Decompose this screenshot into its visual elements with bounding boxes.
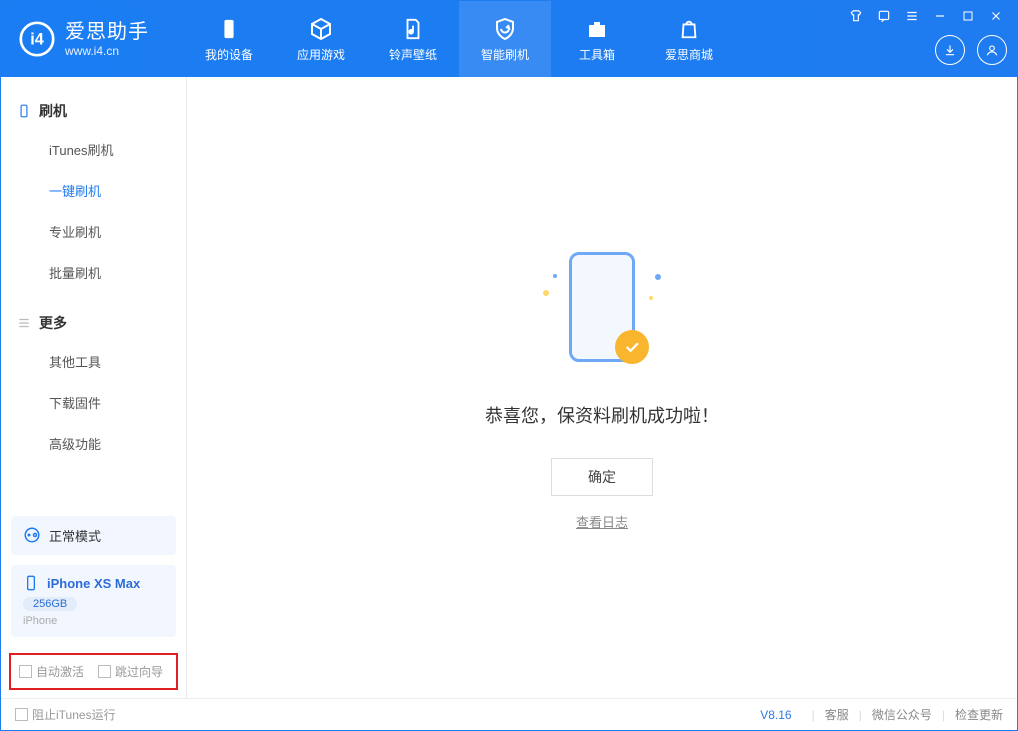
- sidebar-item-oneclick-flash[interactable]: 一键刷机: [1, 170, 186, 211]
- nav-flash[interactable]: 智能刷机: [459, 1, 551, 77]
- sync-icon: [23, 526, 41, 544]
- wechat-link[interactable]: 微信公众号: [872, 706, 932, 723]
- cube-icon: [308, 16, 334, 42]
- device-type: iPhone: [23, 615, 57, 627]
- music-file-icon: [400, 16, 426, 42]
- ok-button[interactable]: 确定: [551, 458, 653, 496]
- main-content: 恭喜您，保资料刷机成功啦！ 确定 查看日志: [187, 77, 1017, 698]
- list-icon: [17, 316, 31, 330]
- app-header: i4 爱思助手 www.i4.cn 我的设备 应用游戏 铃声壁纸 智能刷机: [1, 1, 1017, 77]
- account-button[interactable]: [977, 35, 1007, 65]
- sidebar-item-pro-flash[interactable]: 专业刷机: [1, 211, 186, 252]
- nav-my-device[interactable]: 我的设备: [183, 1, 275, 77]
- device-card[interactable]: iPhone XS Max 256GB iPhone: [11, 565, 176, 637]
- maximize-icon[interactable]: [959, 7, 977, 25]
- app-subtitle: www.i4.cn: [65, 44, 149, 58]
- block-itunes-checkbox[interactable]: 阻止iTunes运行: [15, 706, 116, 723]
- nav-ringtones[interactable]: 铃声壁纸: [367, 1, 459, 77]
- sidebar-item-itunes-flash[interactable]: iTunes刷机: [1, 129, 186, 170]
- menu-icon[interactable]: [903, 7, 921, 25]
- sidebar-section-flash: 刷机: [1, 93, 186, 129]
- svg-text:i4: i4: [30, 30, 44, 48]
- refresh-shield-icon: [492, 16, 518, 42]
- view-log-link[interactable]: 查看日志: [576, 512, 628, 531]
- mode-label: 正常模式: [49, 526, 101, 545]
- sidebar-item-other-tools[interactable]: 其他工具: [1, 341, 186, 382]
- device-name: iPhone XS Max: [47, 576, 140, 591]
- auto-activate-checkbox[interactable]: 自动激活: [19, 663, 84, 680]
- top-nav: 我的设备 应用游戏 铃声壁纸 智能刷机 工具箱 爱思商城: [183, 1, 735, 77]
- minimize-icon[interactable]: [931, 7, 949, 25]
- phone-icon: [23, 575, 39, 591]
- check-icon: [615, 330, 649, 364]
- success-illustration: [537, 244, 667, 374]
- bag-icon: [676, 16, 702, 42]
- sidebar-item-batch-flash[interactable]: 批量刷机: [1, 252, 186, 293]
- app-title: 爱思助手: [65, 20, 149, 44]
- device-icon: [216, 16, 242, 42]
- footer: 阻止iTunes运行 V8.16 | 客服 | 微信公众号 | 检查更新: [1, 698, 1017, 730]
- toolbox-icon: [584, 16, 610, 42]
- skip-guide-checkbox[interactable]: 跳过向导: [98, 663, 163, 680]
- sidebar-item-download-firmware[interactable]: 下载固件: [1, 382, 186, 423]
- support-link[interactable]: 客服: [825, 706, 849, 723]
- phone-icon: [17, 104, 31, 118]
- nav-store[interactable]: 爱思商城: [643, 1, 735, 77]
- nav-apps[interactable]: 应用游戏: [275, 1, 367, 77]
- mode-card[interactable]: 正常模式: [11, 516, 176, 555]
- download-button[interactable]: [935, 35, 965, 65]
- sidebar-item-advanced[interactable]: 高级功能: [1, 423, 186, 464]
- tshirt-icon[interactable]: [847, 7, 865, 25]
- sidebar: 刷机 iTunes刷机 一键刷机 专业刷机 批量刷机 更多 其他工具 下载固件 …: [1, 77, 187, 698]
- version-label: V8.16: [760, 708, 791, 722]
- success-message: 恭喜您，保资料刷机成功啦！: [485, 402, 719, 428]
- sidebar-section-more: 更多: [1, 305, 186, 341]
- close-icon[interactable]: [987, 7, 1005, 25]
- storage-badge: 256GB: [23, 597, 77, 611]
- feedback-icon[interactable]: [875, 7, 893, 25]
- nav-tools[interactable]: 工具箱: [551, 1, 643, 77]
- app-logo: i4 爱思助手 www.i4.cn: [19, 20, 149, 58]
- check-update-link[interactable]: 检查更新: [955, 706, 1003, 723]
- highlighted-options: 自动激活 跳过向导: [9, 653, 178, 690]
